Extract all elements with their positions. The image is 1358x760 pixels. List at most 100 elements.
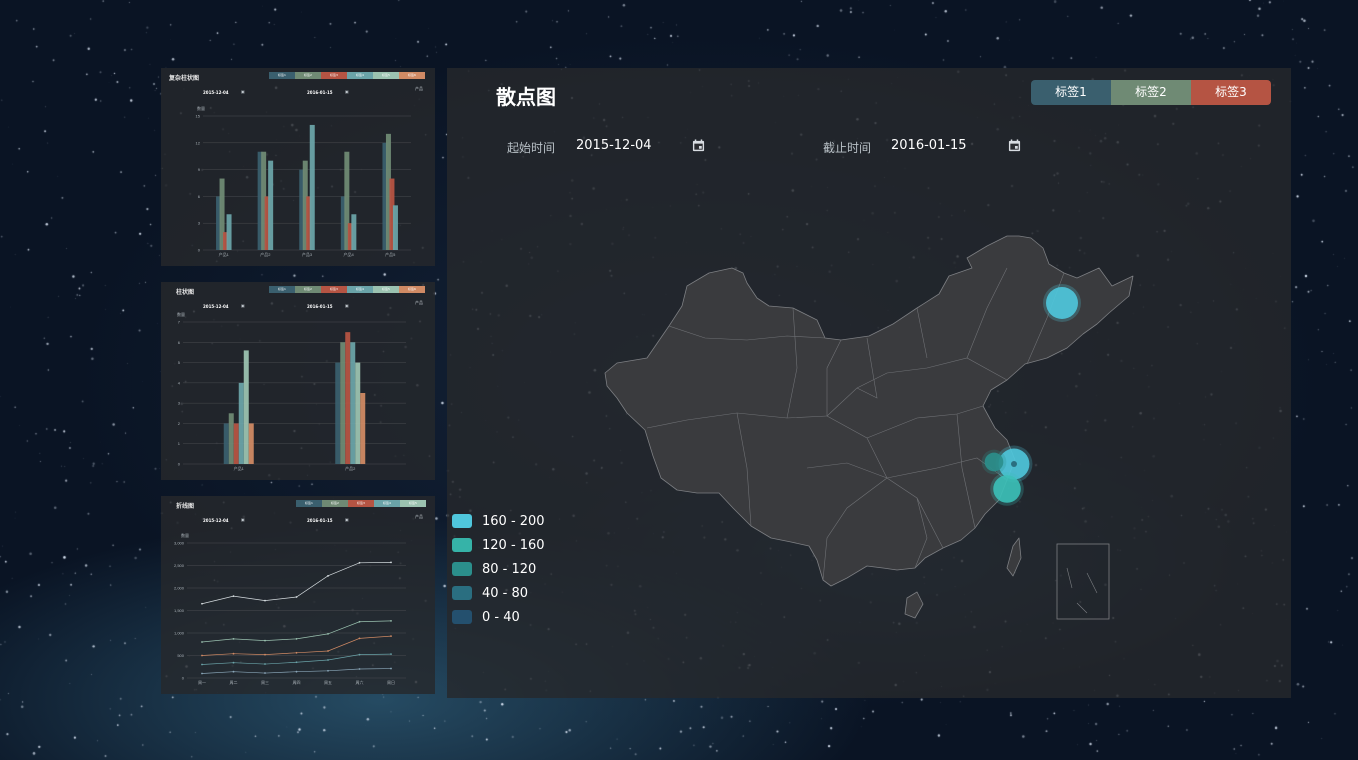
bar [226,214,232,250]
bar [340,342,346,464]
data-point [358,668,361,670]
legend-swatch [452,538,472,552]
data-point [201,672,203,675]
bar [350,342,356,464]
line-panel: 折线图 标签1 标签2 标签3 标签4 标签5 2015-12-04 2016-… [161,496,435,694]
data-point [201,663,203,666]
scatter-point [1046,287,1078,319]
start-time-label: 起始时间 [507,141,556,155]
y-tick-label: 1,000 [174,631,185,636]
legend-label: 0 - 40 [482,609,520,625]
data-point [201,641,203,643]
legend-label: 120 - 160 [482,537,545,553]
end-time-label: 截止时间 [823,141,872,155]
page-title: 散点图 [496,85,556,109]
y-tick-label: 15 [196,114,201,119]
data-point [390,667,392,670]
legend-label: 160 - 200 [482,513,545,529]
data-point [264,653,266,656]
start-time-input[interactable]: 2015-12-04 [576,138,652,153]
data-point [358,653,361,656]
data-point [295,637,298,640]
data-point [201,654,203,657]
x-tick-label: 周五 [324,679,332,685]
x-tick-label: 产品4 [343,251,354,257]
y-tick-label: 7 [178,320,181,325]
data-point [327,650,329,652]
x-tick-label: 周三 [261,679,269,685]
legend-label: 40 - 80 [482,585,529,601]
data-point [390,653,392,656]
data-point [295,651,298,654]
bar [238,382,244,464]
china-map [604,235,1134,620]
data-point [327,659,329,661]
y-tick-label: 6 [198,194,201,199]
y-tick-label: 3,000 [174,541,185,546]
bar [355,362,361,464]
bar [335,362,341,464]
data-point [390,561,392,564]
legend-item[interactable]: 120 - 160 [452,533,545,557]
x-tick-label: 周六 [356,679,364,685]
data-point [358,637,361,640]
tab-group: 标签1 标签2 标签3 [1031,80,1271,105]
tab-label-2[interactable]: 标签2 [1111,80,1191,105]
data-point [264,663,266,665]
y-tick-label: 1 [178,441,181,446]
x-tick-label: 周一 [198,679,206,685]
data-point [232,637,235,640]
x-tick-label: 产品5 [385,251,396,257]
bar [360,393,366,464]
scatter-point-core [1011,461,1017,467]
legend-item[interactable]: 0 - 40 [452,605,545,629]
tab-label-3[interactable]: 标签3 [1191,80,1271,105]
bar [223,423,229,464]
x-tick-label: 周日 [387,679,395,685]
scatter-point [984,452,1004,472]
y-tick-label: 500 [177,653,184,658]
end-time-input[interactable]: 2016-01-15 [891,138,967,153]
y-tick-label: 4 [178,380,181,385]
y-tick-label: 6 [178,340,181,345]
legend-swatch [452,514,472,528]
calendar-icon[interactable] [692,139,705,152]
data-point [264,672,266,674]
y-tick-label: 0 [178,462,181,467]
bar [243,350,249,464]
legend-item[interactable]: 160 - 200 [452,509,545,533]
data-point [264,599,266,602]
data-point [295,596,298,598]
data-point [358,620,361,623]
bar-panel: 柱状图 标签1 标签2 标签3 标签4 标签5 标签6 2015-12-04 2… [161,282,435,480]
y-tick-label: 5 [178,360,181,365]
bar [248,423,254,464]
tab-label-1[interactable]: 标签1 [1031,80,1111,105]
data-point [232,652,235,655]
bar [392,205,398,250]
x-tick-label: 产品3 [302,251,313,257]
data-point [390,635,392,638]
calendar-icon[interactable] [1008,139,1021,152]
y-tick-label: 0 [198,248,201,253]
legend-swatch [452,610,472,624]
x-tick-label: 产品1 [234,465,245,471]
x-tick-label: 周四 [293,679,301,685]
y-tick-label: 2,500 [174,563,185,568]
complex-bar-chart: 0 3 6 9 12 15 数量产品1 产品2 产品3 产品4 产品5 [196,105,411,257]
data-point [264,639,266,642]
data-point [295,670,298,673]
x-tick-label: 周二 [230,679,238,685]
data-point [327,574,329,577]
legend-item[interactable]: 40 - 80 [452,581,545,605]
visual-map-legend: 160 - 200 120 - 160 80 - 120 40 - 80 0 -… [452,509,545,629]
bar [351,214,357,250]
complex-bar-panel: 复杂柱状图 标签1 标签2 标签3 标签4 标签5 标签6 2015-12-04… [161,68,435,266]
y-axis-unit: 数量 [181,532,189,538]
legend-label: 80 - 120 [482,561,537,577]
legend-swatch [452,562,472,576]
y-axis-unit: 数量 [177,311,185,317]
y-tick-label: 1,500 [174,608,185,613]
legend-item[interactable]: 80 - 120 [452,557,545,581]
scatter-point [993,475,1021,503]
